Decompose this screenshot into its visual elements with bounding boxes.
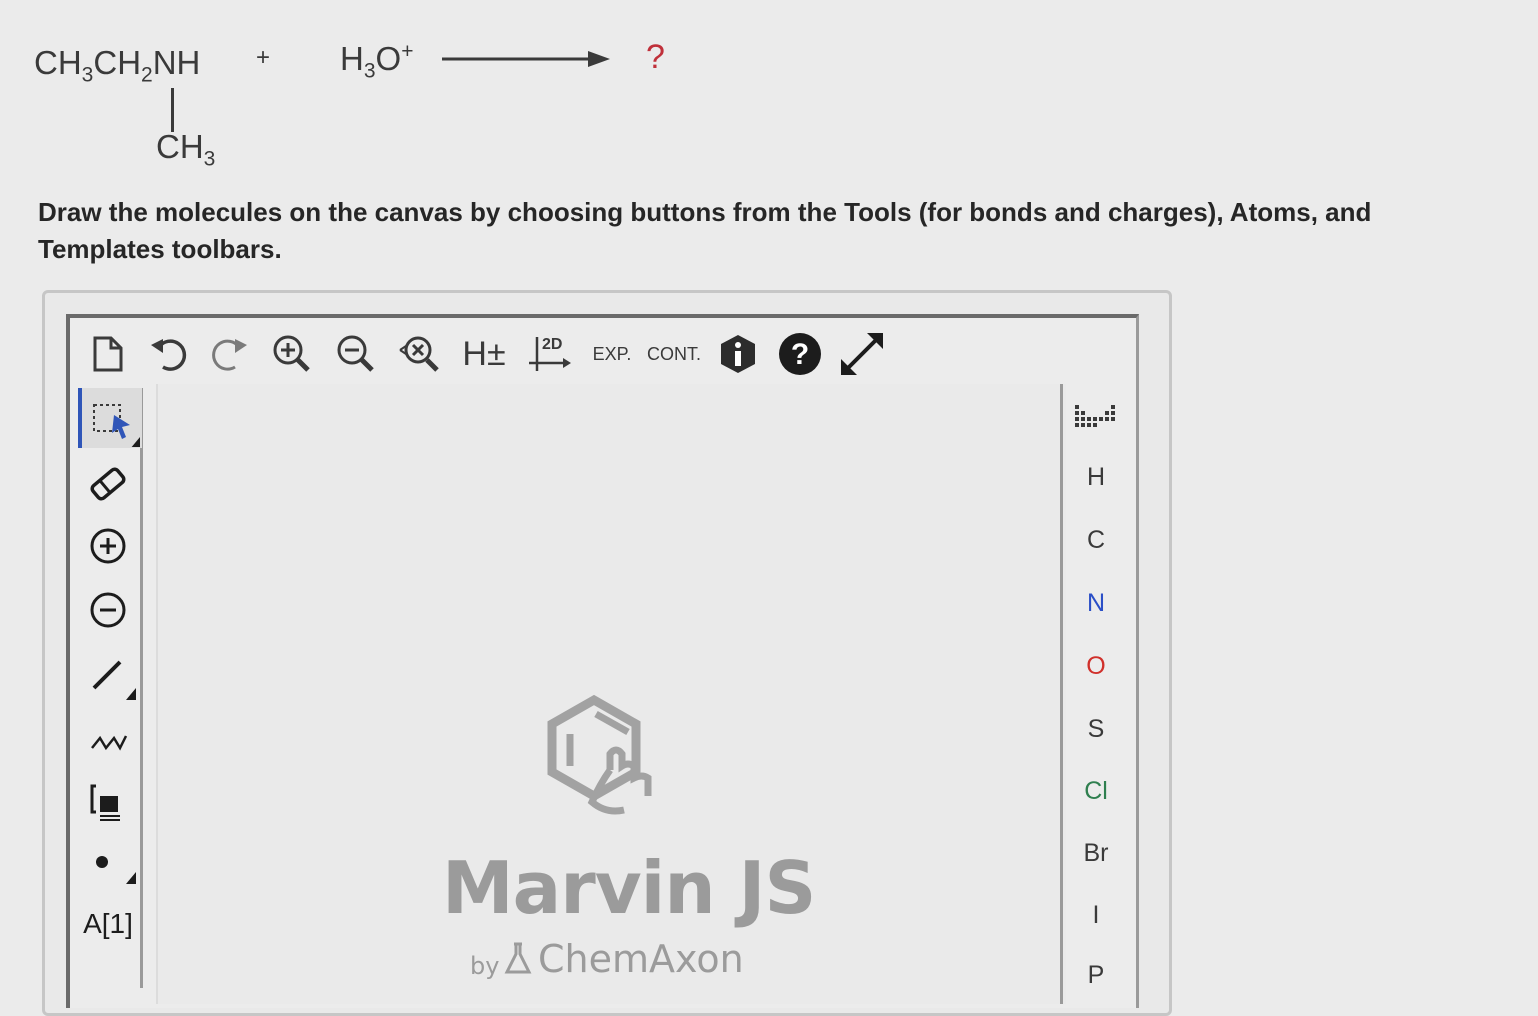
redo-icon[interactable] [204, 328, 256, 380]
sgroup-bracket-icon[interactable] [78, 772, 138, 828]
hydrogen-toggle-button[interactable]: H± [458, 328, 510, 380]
help-button[interactable]: ? [774, 328, 826, 380]
instruction-text: Draw the molecules on the canvas by choo… [38, 197, 1372, 264]
atom-sulfur[interactable]: S [1063, 704, 1129, 754]
new-document-icon[interactable] [80, 328, 132, 380]
reactant1-main: CH3CH2NH [34, 44, 201, 87]
radical-icon[interactable] [78, 836, 138, 892]
reaction-arrow [442, 51, 610, 67]
product-question: ? [646, 38, 665, 76]
periodic-table-icon[interactable] [1063, 392, 1129, 442]
atom-carbon[interactable]: C [1063, 515, 1129, 565]
marvin-logo-icon [547, 694, 652, 815]
attached-data-button[interactable]: A[1] [78, 896, 138, 952]
attached-data-label: A[1] [83, 908, 133, 939]
info-button[interactable] [712, 328, 764, 380]
svg-text:?: ? [791, 338, 809, 371]
atom-toolbar: H C N O S Cl Br I P [1060, 384, 1133, 1004]
atom-phosphorus[interactable]: P [1063, 950, 1129, 1000]
clean-2d-label: 2D [542, 336, 563, 353]
chain-icon[interactable] [78, 710, 138, 766]
single-bond-icon[interactable] [78, 646, 138, 702]
brand-by: by [470, 952, 500, 980]
select-tool-button[interactable] [78, 388, 142, 448]
zoom-in-icon[interactable] [266, 328, 318, 380]
undo-icon[interactable] [142, 328, 194, 380]
brand-company: ChemAxon [538, 937, 744, 981]
atom-hydrogen[interactable]: H [1063, 452, 1129, 502]
atom-nitrogen[interactable]: N [1063, 578, 1129, 628]
branch-bond [171, 88, 174, 132]
zoom-out-icon[interactable] [330, 328, 382, 380]
fullscreen-icon[interactable] [836, 328, 888, 380]
negative-charge-icon[interactable] [78, 582, 138, 638]
expand-label: EXP. [592, 343, 632, 364]
atom-chlorine[interactable]: Cl [1063, 766, 1129, 816]
top-toolbar: H± 2D EXP. CONT. ? [80, 328, 900, 384]
positive-charge-icon[interactable] [78, 518, 138, 574]
reactant2: H3O+ [340, 40, 414, 83]
clean-2d-button[interactable]: 2D [522, 328, 574, 380]
atom-oxygen[interactable]: O [1063, 641, 1129, 691]
contract-button[interactable]: CONT. [647, 328, 701, 380]
atom-iodine[interactable]: I [1063, 890, 1129, 940]
plus-sign: + [256, 44, 271, 71]
drawing-canvas[interactable]: Marvin JS by ChemAxon [156, 384, 1066, 1004]
eraser-icon[interactable] [78, 456, 138, 512]
chemaxon-flask-icon [504, 942, 532, 974]
contract-label: CONT. [647, 343, 701, 364]
brand-title: Marvin JS [442, 846, 816, 930]
atom-bromine[interactable]: Br [1063, 828, 1129, 878]
reactant1-branch: CH3 [156, 128, 216, 171]
zoom-fit-icon[interactable] [394, 328, 446, 380]
hydrogen-toggle-label: H± [462, 334, 506, 373]
expand-button[interactable]: EXP. [586, 328, 638, 380]
left-toolbar: A[1] [76, 388, 143, 988]
